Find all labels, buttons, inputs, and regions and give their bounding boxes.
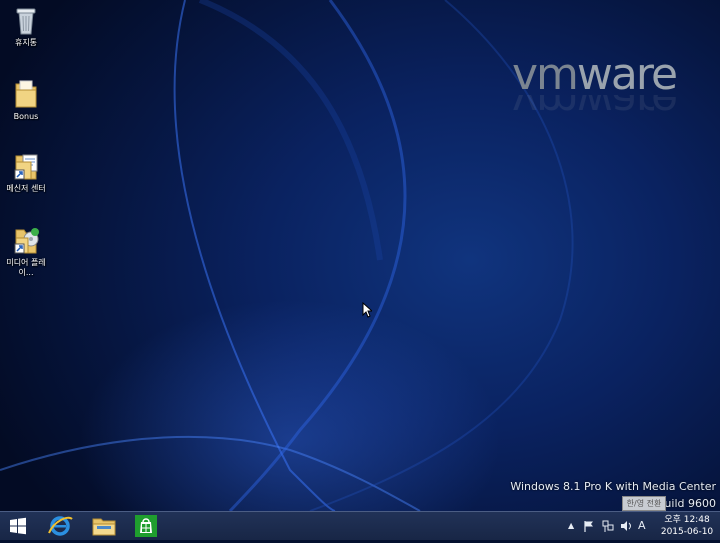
file-explorer-button[interactable] [86,513,122,539]
desktop-icon-label: 휴지통 [14,38,38,47]
start-button[interactable] [0,513,36,539]
vmware-logo-reflection: vmware [512,95,677,125]
taskbar: ▲ A 오후 12:48 2015-06-10 [0,511,720,540]
desktop-icon-recycle-bin[interactable]: 휴지통 [2,4,50,48]
folder-shortcut-icon [11,150,41,182]
clock[interactable]: 오후 12:48 2015-06-10 [656,514,718,538]
desktop-icon-label: Bonus [13,112,39,121]
ime-tooltip: 한/영 전환 [622,496,666,511]
internet-explorer-button[interactable] [42,513,78,539]
desktop-icon-bonus-folder[interactable]: Bonus [2,78,50,122]
store-button[interactable] [128,513,164,539]
ie-icon [48,516,73,536]
action-center-flag-icon[interactable] [583,519,595,533]
windows-logo-icon [10,517,26,535]
media-player-shortcut-icon [11,224,41,256]
show-hidden-icons-button[interactable]: ▲ [568,519,574,533]
mouse-cursor-icon [362,302,372,318]
watermark-edition: Windows 8.1 Pro K with Media Center [510,480,716,493]
vmware-logo-ware: ware [576,49,678,100]
network-icon[interactable] [601,519,615,533]
desktop[interactable]: 휴지통 Bonus 메신저 센터 미디어 플레이... vmware vmwar… [0,0,720,511]
store-icon [135,515,157,537]
desktop-icon-label: 메신저 센터 [6,184,46,193]
recycle-bin-icon [11,4,41,36]
clock-date: 2015-06-10 [660,527,714,537]
watermark-build: Build 9600 [656,497,716,510]
folder-icon [11,78,41,110]
input-indicator[interactable]: A [638,519,646,533]
vmware-logo-vm: vm [512,49,579,100]
desktop-icon-label: 미디어 플레이... [6,258,46,277]
folder-icon [92,518,116,536]
desktop-icon-media-player[interactable]: 미디어 플레이... [2,224,50,278]
desktop-icon-messenger-center[interactable]: 메신저 센터 [2,150,50,194]
volume-icon[interactable] [619,519,633,533]
clock-time: 오후 12:48 [664,515,710,525]
os-build-watermark: Windows 8.1 Pro K with Media Center Buil… [510,478,716,511]
